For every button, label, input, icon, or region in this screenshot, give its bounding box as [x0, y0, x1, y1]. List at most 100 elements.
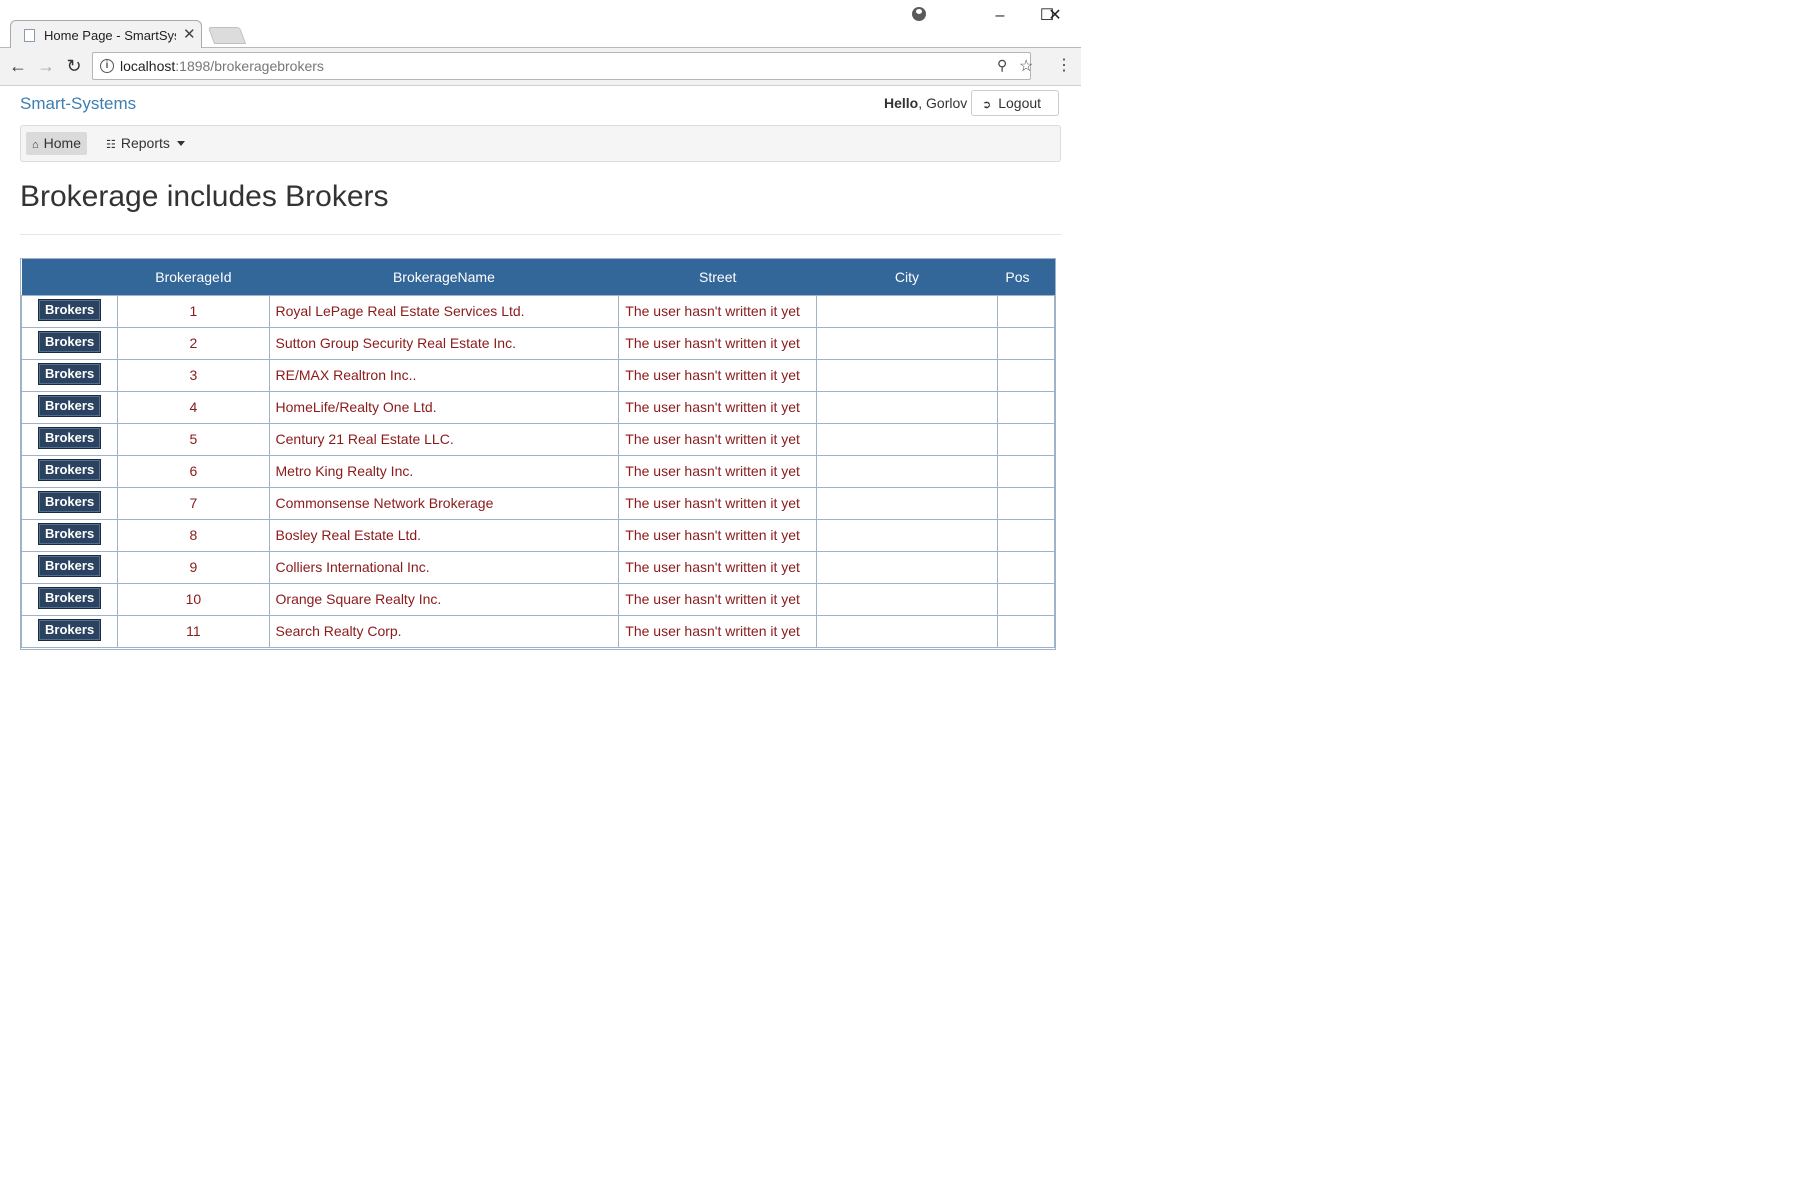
brokerage-id-cell: 10 [117, 582, 270, 616]
action-cell: Brokers [21, 486, 119, 520]
brokerage-id-cell: 1 [117, 294, 270, 328]
action-cell: Brokers [21, 422, 119, 456]
chevron-down-icon [176, 141, 185, 146]
city-cell [816, 582, 998, 616]
brokerage-id-cell: 5 [117, 422, 270, 456]
brokers-button[interactable]: Brokers [38, 619, 102, 641]
brokerage-name-cell: Search Realty Corp. [268, 614, 620, 648]
brokers-button[interactable]: Brokers [38, 299, 102, 321]
brokerage-id-cell: 6 [117, 454, 270, 488]
table-row: Brokers 4 HomeLife/Realty One Ltd. The user… [21, 390, 1055, 424]
page-title: Brokerage includes Brokers [20, 180, 389, 213]
brokerage-name-cell: Bosley Real Estate Ltd. [268, 518, 620, 552]
sitemap-icon: ☷ [106, 139, 116, 151]
url-path: :1898/brokeragebrokers [175, 58, 324, 74]
brokerage-id-cell: 3 [117, 358, 270, 392]
new-tab-button[interactable] [207, 27, 247, 44]
nav-reports-dropdown[interactable]: ☷ Reports [100, 132, 191, 155]
logout-icon: ➲ [982, 99, 992, 111]
url-text[interactable]: localhost:1898/brokeragebrokers [120, 58, 324, 74]
street-cell: The user hasn't written it yet [618, 326, 818, 360]
table-row: Brokers 3 RE/MAX Realtron Inc.. The user ha… [21, 358, 1055, 392]
action-cell: Brokers [21, 390, 119, 424]
column-header-brokerage-id[interactable]: BrokerageId [117, 259, 270, 295]
brokers-button[interactable]: Brokers [38, 523, 102, 545]
pos-cell [996, 518, 1055, 552]
info-icon[interactable]: i [100, 59, 114, 73]
brokers-button[interactable]: Brokers [38, 363, 102, 385]
brand-link[interactable]: Smart-Systems [20, 94, 136, 114]
table-row: Brokers 8 Bosley Real Estate Ltd. The user … [21, 518, 1055, 552]
arrow-right-icon[interactable]: → [34, 54, 58, 78]
city-cell [816, 518, 998, 552]
city-cell [816, 294, 998, 328]
main-navbar: ⌂ Home ☷ Reports [20, 125, 1061, 162]
brokers-button[interactable]: Brokers [38, 555, 102, 577]
pos-cell [996, 294, 1055, 328]
action-cell: Brokers [21, 582, 119, 616]
browser-tab[interactable]: Home Page - SmartSyste ✕ [10, 20, 202, 49]
brokerage-name-cell: Century 21 Real Estate LLC. [268, 422, 620, 456]
action-cell: Brokers [21, 326, 119, 360]
key-icon[interactable]: ⚲ [997, 57, 1007, 74]
nav-home-label: Home [43, 135, 82, 151]
nav-home[interactable]: ⌂ Home [26, 132, 88, 155]
brokers-button[interactable]: Brokers [38, 331, 102, 353]
street-cell: The user hasn't written it yet [618, 422, 818, 456]
pos-cell [996, 582, 1055, 616]
address-bar[interactable]: i localhost:1898/brokeragebrokers ⚲ ☆ [92, 52, 1033, 80]
column-header-pos[interactable]: Pos [997, 259, 1055, 295]
table-row: Brokers 1 Royal LePage Real Estate Service… [21, 294, 1055, 328]
page-favicon-icon [24, 29, 35, 42]
table-row: Brokers 7 Commonsense Network Brokerage The… [21, 486, 1055, 520]
brokers-button[interactable]: Brokers [38, 427, 102, 449]
pos-cell [996, 358, 1055, 392]
brokers-button[interactable]: Brokers [38, 459, 102, 481]
brokerage-name-cell: RE/MAX Realtron Inc.. [268, 358, 620, 392]
arrow-left-icon[interactable]: ← [6, 54, 30, 78]
profile-icon[interactable] [912, 7, 926, 21]
brokerage-name-cell: Metro King Realty Inc. [268, 454, 620, 488]
star-icon[interactable]: ☆ [1019, 56, 1033, 76]
reload-icon[interactable]: ↻ [62, 54, 86, 78]
action-cell: Brokers [21, 454, 119, 488]
url-host: localhost [120, 58, 176, 74]
user-greeting: Hello, Gorlov [884, 95, 967, 111]
close-icon[interactable]: ✕ [183, 25, 196, 43]
divider [20, 234, 1061, 235]
close-window-icon[interactable]: ✕ [1036, 4, 1074, 28]
street-cell: The user hasn't written it yet [618, 454, 818, 488]
brokerage-name-cell: Colliers International Inc. [268, 550, 620, 584]
column-header-city[interactable]: City [816, 259, 998, 295]
tab-strip: Home Page - SmartSyste ✕ – ☐ ✕ [0, 0, 1081, 49]
brokerage-name-cell: Royal LePage Real Estate Services Ltd. [268, 294, 620, 328]
pos-cell [996, 326, 1055, 360]
street-cell: The user hasn't written it yet [618, 614, 818, 648]
table-body: Brokers 1 Royal LePage Real Estate Service… [21, 294, 1055, 648]
brokers-button[interactable]: Brokers [38, 491, 102, 513]
pos-cell [996, 422, 1055, 456]
logout-button[interactable]: ➲ Logout [971, 90, 1059, 116]
action-cell: Brokers [21, 358, 119, 392]
city-cell [816, 422, 998, 456]
pos-cell [996, 454, 1055, 488]
table-row: Brokers 9 Colliers International Inc. The u… [21, 550, 1055, 584]
street-cell: The user hasn't written it yet [618, 390, 818, 424]
nav-reports-label: Reports [120, 135, 170, 151]
action-cell: Brokers [21, 550, 119, 584]
column-header-brokerage-name[interactable]: BrokerageName [269, 259, 619, 295]
browser-chrome: Home Page - SmartSyste ✕ – ☐ ✕ ← → ↻ i l… [0, 0, 1081, 86]
column-header-street[interactable]: Street [618, 259, 817, 295]
brokers-button[interactable]: Brokers [38, 587, 102, 609]
brokerage-table-container[interactable]: BrokerageId BrokerageName Street City Po… [20, 258, 1056, 650]
street-cell: The user hasn't written it yet [618, 582, 818, 616]
street-cell: The user hasn't written it yet [618, 486, 818, 520]
minimize-icon[interactable]: – [980, 4, 1020, 28]
brokers-button[interactable]: Brokers [38, 395, 102, 417]
city-cell [816, 326, 998, 360]
brokerage-id-cell: 8 [117, 518, 270, 552]
kebab-menu-icon[interactable]: ⋮ [1056, 56, 1072, 76]
brokerage-id-cell: 11 [117, 614, 270, 648]
table-header-row: BrokerageId BrokerageName Street City Po… [21, 259, 1055, 295]
city-cell [816, 550, 998, 584]
